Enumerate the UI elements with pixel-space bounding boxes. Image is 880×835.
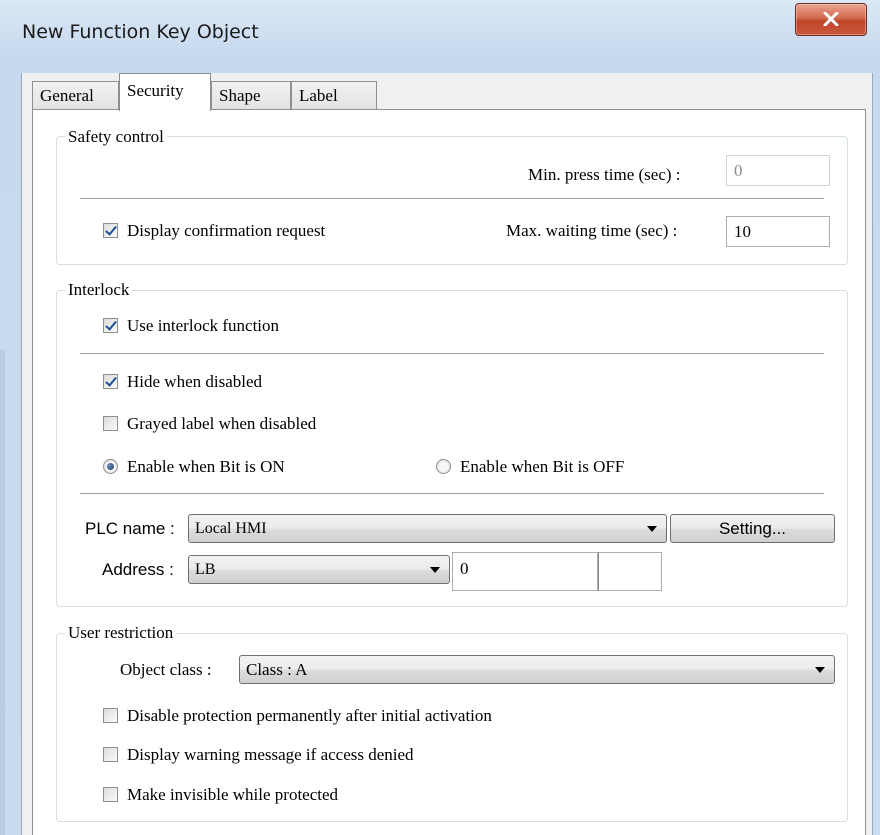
tab-label-text: Label <box>299 86 338 105</box>
enable-bit-on-label: Enable when Bit is ON <box>127 457 285 476</box>
display-warning-checkbox[interactable] <box>103 747 118 762</box>
enable-bit-on-radio[interactable] <box>103 459 118 474</box>
window-title: New Function Key Object <box>22 21 259 43</box>
tab-shape[interactable]: Shape <box>211 81 291 109</box>
setting-button[interactable]: Setting... <box>670 514 835 543</box>
tab-label: General <box>40 86 94 105</box>
title-bar[interactable]: New Function Key Object <box>0 0 880 64</box>
safety-control-title: Safety control <box>65 127 167 147</box>
address-device-value: LB <box>195 561 216 578</box>
user-restriction-title: User restriction <box>65 623 177 643</box>
tab-security[interactable]: Security <box>119 73 211 111</box>
plc-name-select[interactable]: Local HMI <box>188 514 667 543</box>
plc-name-value: Local HMI <box>195 520 267 537</box>
enable-bit-off-radio[interactable] <box>436 459 451 474</box>
hide-when-disabled-checkbox[interactable] <box>103 374 118 389</box>
use-interlock-checkbox[interactable] <box>103 318 118 333</box>
tab-label: Security <box>127 81 184 100</box>
close-button[interactable] <box>795 3 867 36</box>
display-confirmation-label: Display confirmation request <box>127 221 326 240</box>
object-class-label: Object class : <box>120 660 212 679</box>
separator <box>80 353 824 355</box>
tab-general[interactable]: General <box>32 81 119 109</box>
display-warning-label: Display warning message if access denied <box>127 745 414 764</box>
tab-label[interactable]: Label <box>291 81 377 109</box>
min-press-time-input[interactable]: 0 <box>726 155 830 186</box>
chevron-down-icon <box>430 567 440 573</box>
max-waiting-time-input[interactable]: 10 <box>726 216 830 247</box>
address-input[interactable]: 0 <box>452 552 598 591</box>
security-tab-panel: Safety control Min. press time (sec) : 0… <box>32 109 866 835</box>
chevron-down-icon <box>647 526 657 532</box>
grayed-label-checkbox[interactable] <box>103 416 118 431</box>
plc-name-label: PLC name : <box>85 519 175 538</box>
disable-protection-label: Disable protection permanently after ini… <box>127 706 492 725</box>
address-label: Address : <box>102 560 174 579</box>
address-extra-field[interactable] <box>598 552 662 591</box>
max-waiting-time-label: Max. waiting time (sec) : <box>506 221 678 240</box>
grayed-label-label: Grayed label when disabled <box>127 414 317 433</box>
interlock-title: Interlock <box>65 280 133 300</box>
make-invisible-checkbox[interactable] <box>103 787 118 802</box>
window-edge <box>0 350 5 835</box>
enable-bit-off-label: Enable when Bit is OFF <box>460 457 625 476</box>
chevron-down-icon <box>815 667 825 673</box>
display-confirmation-checkbox[interactable] <box>103 223 118 238</box>
object-class-select[interactable]: Class : A <box>239 655 835 684</box>
min-press-time-label: Min. press time (sec) : <box>528 165 681 184</box>
dialog-window: New Function Key Object General Security… <box>0 0 880 835</box>
address-device-select[interactable]: LB <box>188 555 450 584</box>
object-class-value: Class : A <box>246 660 308 679</box>
separator <box>80 198 824 200</box>
tab-label: Shape <box>219 86 261 105</box>
separator <box>80 493 824 495</box>
use-interlock-label: Use interlock function <box>127 316 280 335</box>
close-icon <box>823 12 839 26</box>
make-invisible-label: Make invisible while protected <box>127 785 339 804</box>
hide-when-disabled-label: Hide when disabled <box>127 372 263 391</box>
disable-protection-checkbox[interactable] <box>103 708 118 723</box>
